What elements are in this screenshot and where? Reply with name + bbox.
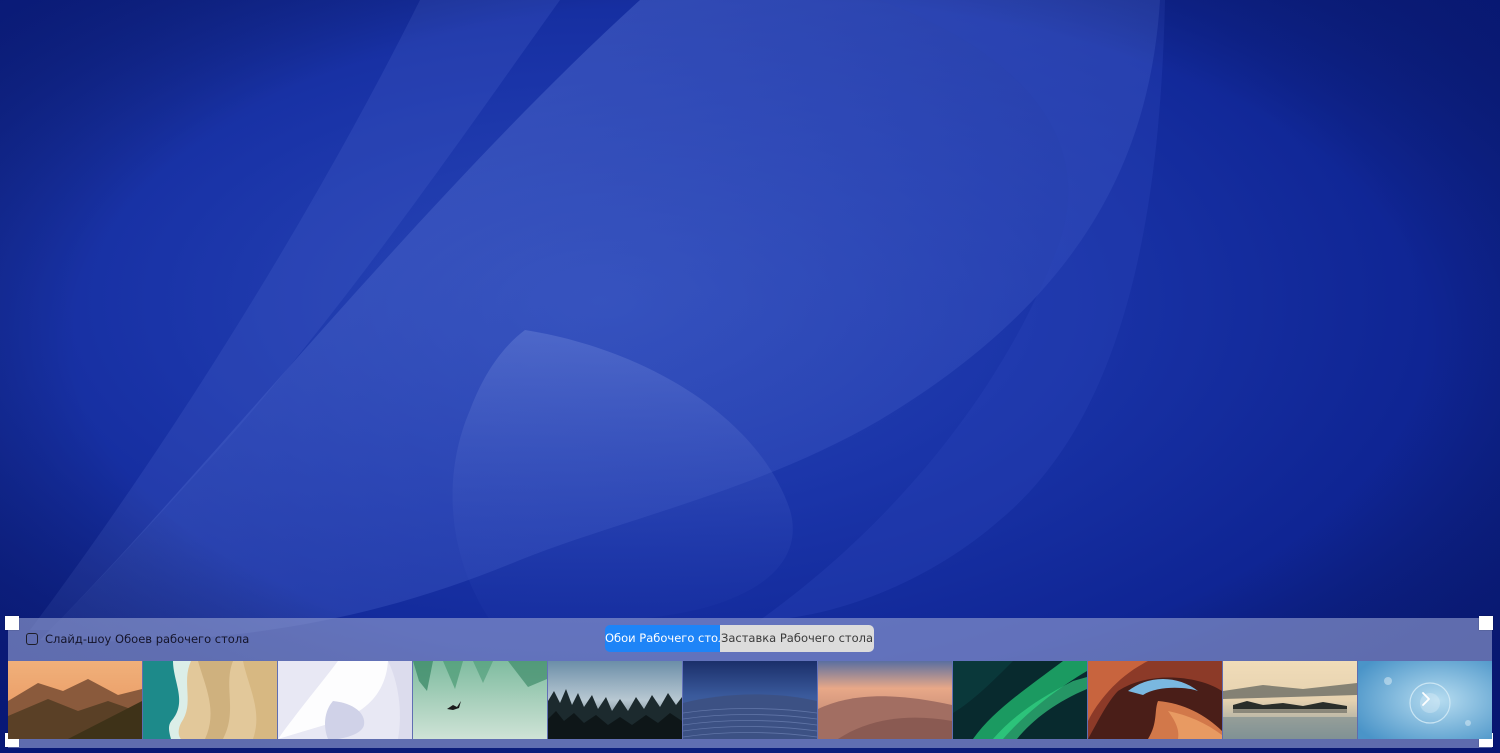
wallpaper-thumbnail[interactable] [818, 661, 952, 739]
slideshow-checkbox[interactable] [26, 633, 38, 645]
wallpaper-thumbnail[interactable] [143, 661, 277, 739]
resize-handle-top-right[interactable] [1479, 616, 1493, 630]
wallpaper-thumbnail[interactable] [548, 661, 682, 739]
slideshow-toggle[interactable]: Слайд-шоу Обоев рабочего стола [26, 632, 249, 646]
wallpaper-thumbnail[interactable] [8, 661, 142, 739]
wallpaper-thumbnail[interactable] [683, 661, 817, 739]
slideshow-label: Слайд-шоу Обоев рабочего стола [45, 632, 250, 646]
tab-desktop-wallpaper[interactable]: Обои Рабочего стола [605, 625, 732, 652]
chevron-right-icon[interactable] [1416, 689, 1436, 709]
wallpaper-thumbnail[interactable] [278, 661, 412, 739]
tab-screensaver[interactable]: Заставка Рабочего стола [720, 625, 874, 652]
wallpaper-thumbnail-strip [8, 661, 1492, 739]
wallpaper-thumbnail[interactable] [1223, 661, 1357, 739]
resize-handle-top-left[interactable] [5, 616, 19, 630]
wallpaper-thumbnail[interactable] [1088, 661, 1222, 739]
wallpaper-thumbnail[interactable] [953, 661, 1087, 739]
wallpaper-thumbnail[interactable] [413, 661, 547, 739]
mode-segmented-control: Обои Рабочего стола Заставка Рабочего ст… [605, 625, 874, 652]
